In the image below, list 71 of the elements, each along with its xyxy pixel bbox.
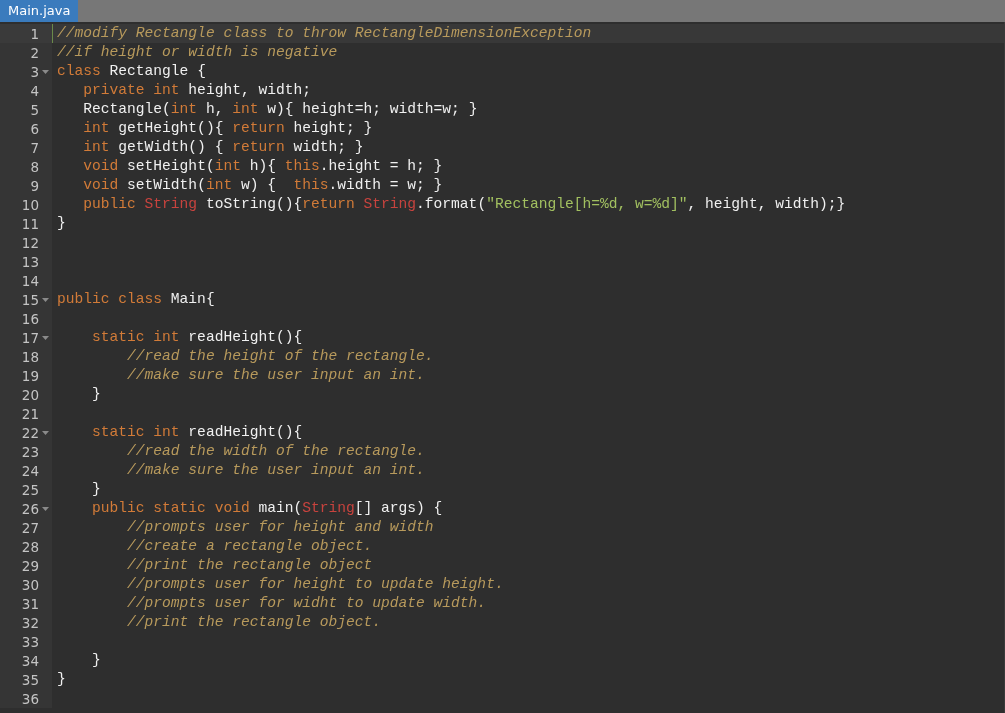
code-line: } (91, 651, 101, 670)
line-number: 31 (21, 595, 39, 612)
code-line: private int height, width; (82, 81, 311, 100)
code-line: //print the rectangle object. (126, 613, 382, 632)
code-line: } (57, 670, 66, 689)
code-line: Rectangle(int h, int w){ height=h; width=w; } (82, 100, 478, 119)
code-line: //print the rectangle object (126, 556, 373, 575)
code-line: } (91, 480, 101, 499)
code-line: int getHeight(){ return height; } (82, 119, 373, 138)
code-line: //prompts user for height to update height. (126, 575, 504, 594)
line-number: 18 (21, 348, 39, 365)
line-number: 10 (21, 196, 39, 213)
line-number: 15 (21, 291, 39, 308)
fold-caret-icon[interactable] (42, 69, 49, 74)
line-number: 36 (21, 690, 39, 707)
code-line: public String toString(){return String.format("Rectangle[h=%d, w=%d]", height, width);} (82, 195, 846, 214)
line-number: 27 (21, 519, 39, 536)
line-number: 3 (30, 63, 39, 80)
line-number: 16 (21, 310, 39, 327)
code-line: static int readHeight(){ (91, 423, 303, 442)
line-number: 19 (21, 367, 39, 384)
line-number: 13 (21, 253, 39, 270)
line-number: 29 (21, 557, 39, 574)
file-tab[interactable]: Main.java (0, 0, 79, 22)
line-number: 14 (21, 272, 39, 289)
code-line: //prompts user for height and width (126, 518, 434, 537)
line-number: 33 (21, 633, 39, 650)
fold-caret-icon[interactable] (42, 506, 49, 511)
line-number: 35 (21, 671, 39, 688)
code-line: void setWidth(int w) { this.width = w; } (82, 176, 443, 195)
code-line: //modify Rectangle class to throw RectangleDimensionException (57, 24, 592, 43)
code-line: //read the width of the rectangle. (126, 442, 425, 461)
code-line: //read the height of the rectangle. (126, 347, 434, 366)
line-number: 12 (21, 234, 39, 251)
line-number: 32 (21, 614, 39, 631)
line-number: 9 (30, 177, 39, 194)
line-number: 7 (30, 139, 39, 156)
line-number: 8 (30, 158, 39, 175)
line-number: 6 (30, 120, 39, 137)
line-number: 23 (21, 443, 39, 460)
code-line: public static void main(String[] args) { (91, 499, 443, 518)
line-number: 1 (30, 25, 39, 42)
line-number: 22 (21, 424, 39, 441)
code-line: } (91, 385, 101, 404)
code-line: //if height or width is negative (57, 43, 338, 62)
line-number: 2 (30, 44, 39, 61)
code-line: //make sure the user input an int. (126, 366, 425, 385)
code-line: static int readHeight(){ (91, 328, 303, 347)
line-number: 21 (21, 405, 39, 422)
line-number: 20 (21, 386, 39, 403)
line-number: 25 (21, 481, 39, 498)
fold-caret-icon[interactable] (42, 297, 49, 302)
code-line: void setHeight(int h){ this.height = h; } (82, 157, 443, 176)
line-number: 4 (30, 82, 39, 99)
line-number: 24 (21, 462, 39, 479)
line-number: 34 (21, 652, 39, 669)
line-number: 17 (21, 329, 39, 346)
code-line: //create a rectangle object. (126, 537, 373, 556)
code-line: } (57, 214, 66, 233)
line-number: 5 (30, 101, 39, 118)
code-line: int getWidth() { return width; } (82, 138, 364, 157)
line-number: 26 (21, 500, 39, 517)
line-number: 30 (21, 576, 39, 593)
fold-caret-icon[interactable] (42, 430, 49, 435)
code-line: //prompts user for widht to update width. (126, 594, 487, 613)
line-number: 11 (21, 215, 39, 232)
fold-caret-icon[interactable] (42, 335, 49, 340)
line-number: 28 (21, 538, 39, 555)
code-line: //make sure the user input an int. (126, 461, 425, 480)
code-line: class Rectangle { (57, 62, 206, 81)
code-line: public class Main{ (57, 290, 215, 309)
